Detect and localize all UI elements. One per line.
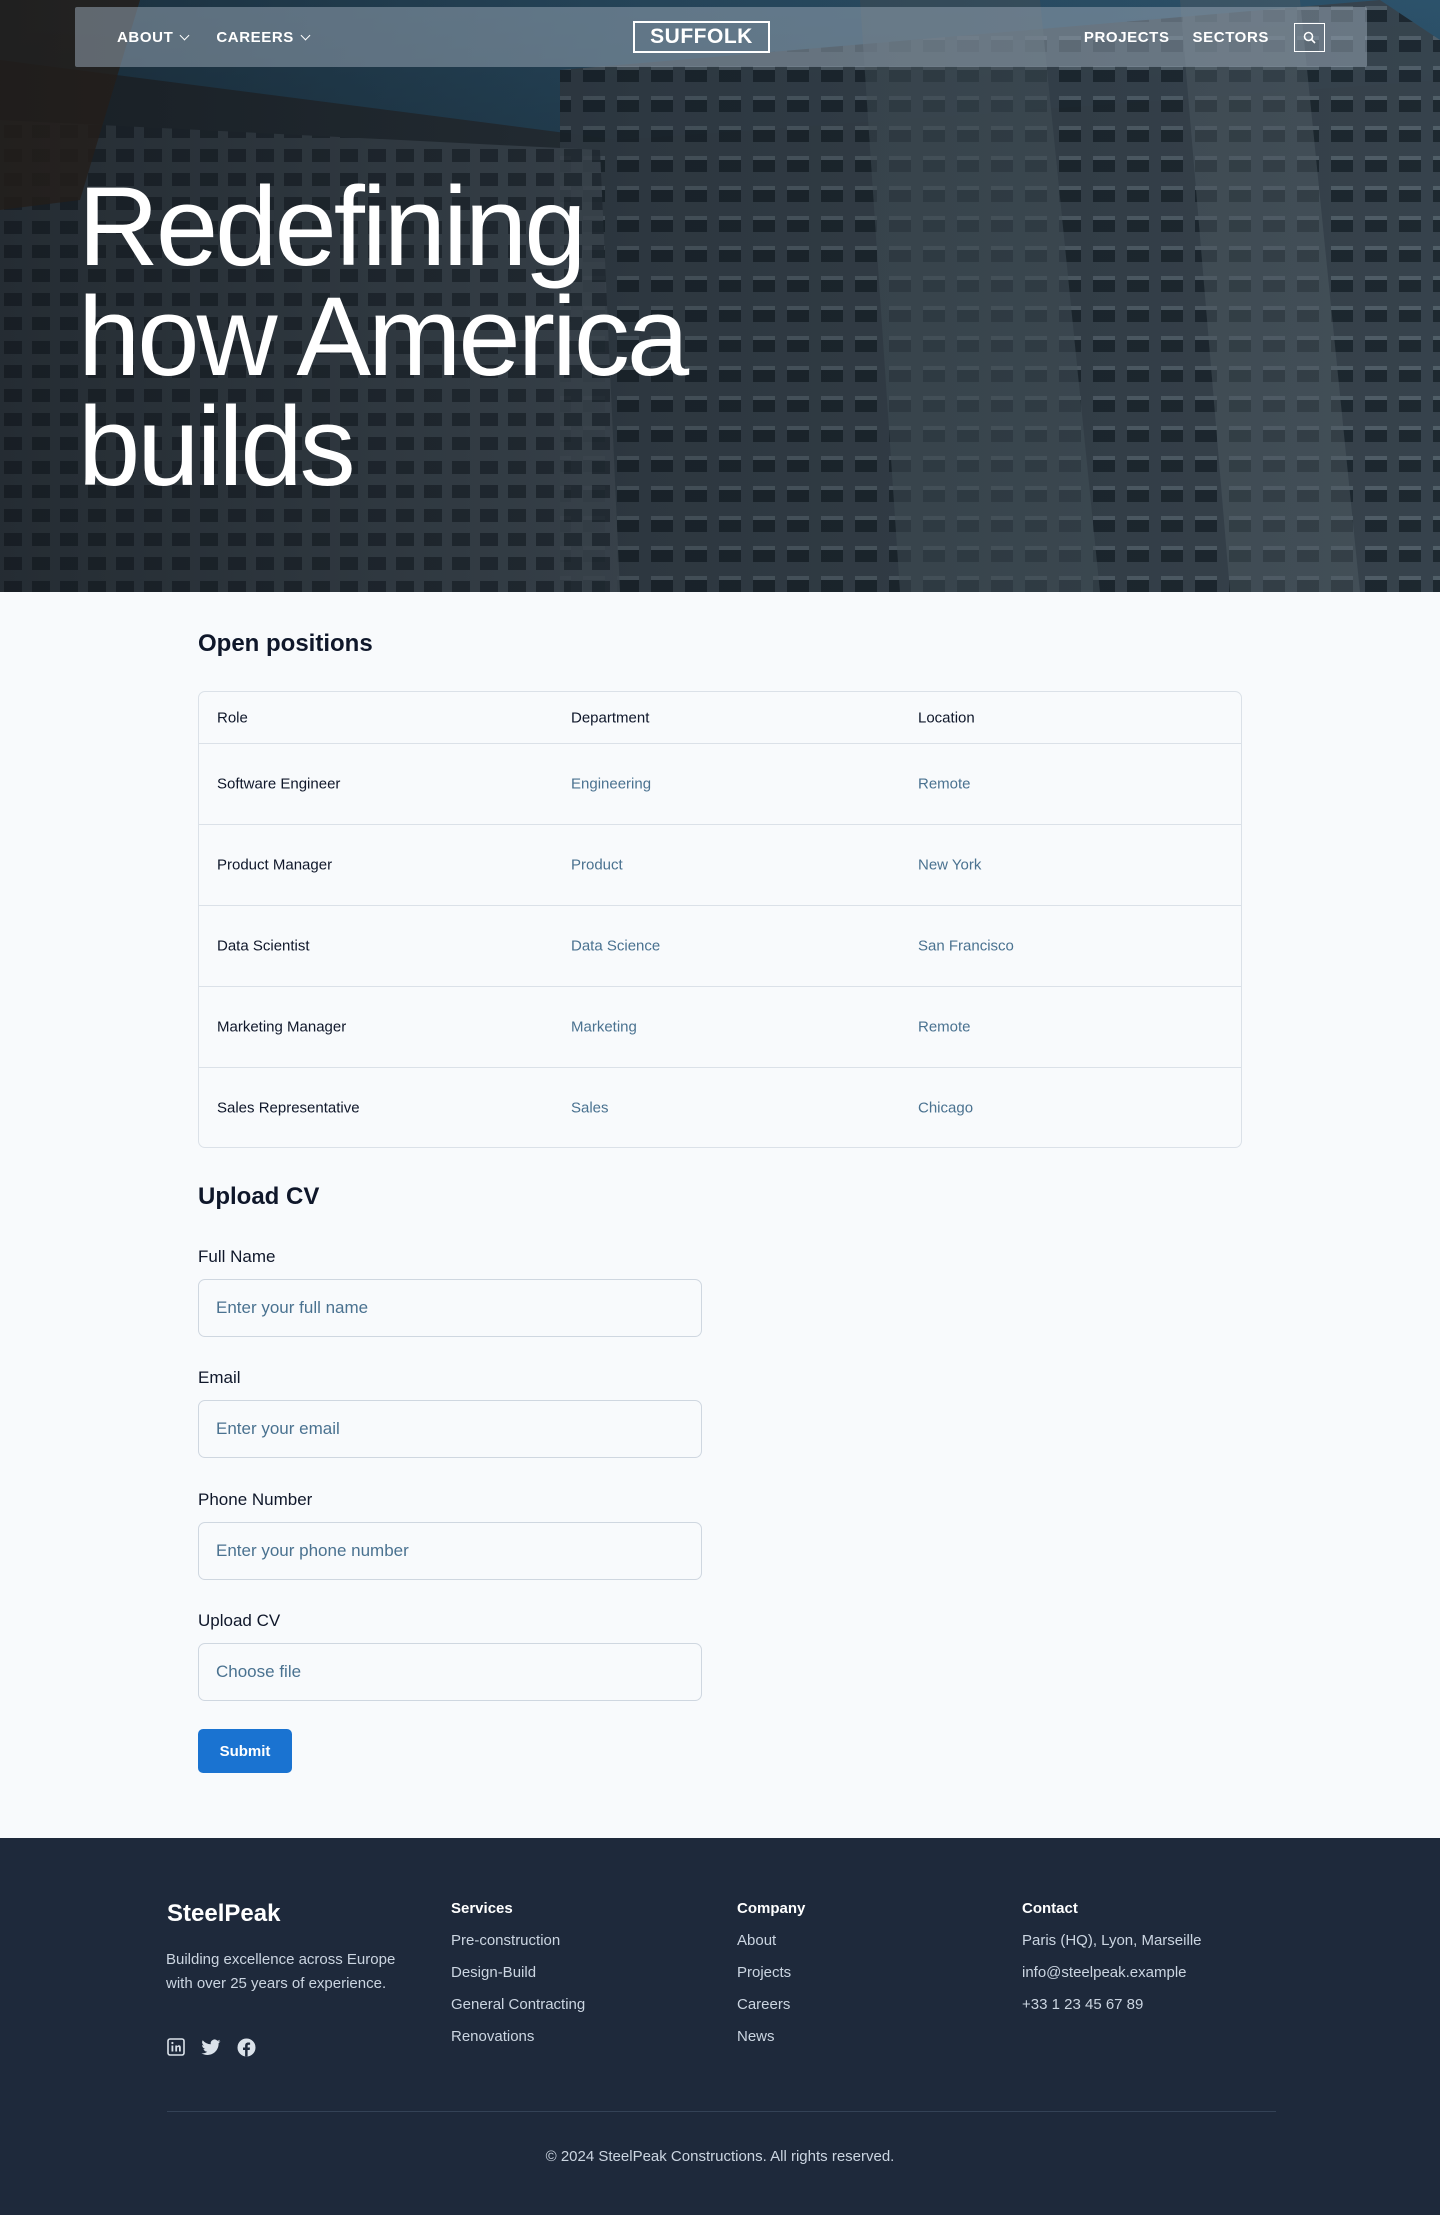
hero-title-line: builds: [78, 384, 356, 509]
linkedin-icon: [167, 2038, 185, 2056]
cv-file-input[interactable]: Choose file: [198, 1643, 702, 1701]
footer-company: Company About Projects Careers News: [737, 1900, 805, 2059]
role-cell: Software Engineer: [217, 775, 341, 793]
department-link[interactable]: Sales: [571, 1100, 609, 1117]
department-link[interactable]: Data Science: [571, 938, 660, 955]
hero-section: ABOUT CAREERS SUFFOLK PROJECTS SECTORS R…: [0, 0, 1440, 592]
location-link[interactable]: San Francisco: [918, 938, 1014, 955]
nav-careers[interactable]: CAREERS: [216, 28, 311, 46]
hero-title: Redefining how America builds: [78, 164, 878, 509]
footer-link[interactable]: News: [737, 2027, 805, 2059]
location-link[interactable]: New York: [918, 857, 981, 874]
footer-divider: [167, 2111, 1276, 2112]
table-row[interactable]: Data Scientist Data Science San Francisc…: [199, 905, 1241, 986]
footer-link[interactable]: Renovations: [451, 2027, 585, 2059]
footer-link[interactable]: Pre-construction: [451, 1931, 585, 1963]
footer-brand[interactable]: SteelPeak: [167, 1900, 280, 1928]
positions-table: Role Department Location Software Engine…: [198, 691, 1242, 1148]
search-icon: [1303, 31, 1316, 44]
footer-link[interactable]: Design-Build: [451, 1963, 585, 1995]
hero-title-line: how America: [78, 274, 689, 399]
footer-contact-title: Contact: [1022, 1900, 1078, 1917]
submit-button[interactable]: Submit: [198, 1729, 292, 1773]
location-link[interactable]: Chicago: [918, 1100, 973, 1117]
nav-about-label: ABOUT: [117, 28, 174, 46]
social-links: [166, 2037, 256, 2057]
nav-sectors[interactable]: SECTORS: [1193, 29, 1269, 46]
search-button[interactable]: [1294, 22, 1325, 52]
footer-description: Building excellence across Europe with o…: [166, 1951, 396, 1992]
table-row[interactable]: Product Manager Product New York: [199, 824, 1241, 905]
chevron-down-icon: [300, 30, 311, 40]
nav-about[interactable]: ABOUT: [117, 28, 190, 46]
footer-contact: Contact Paris (HQ), Lyon, Marseille info…: [1022, 1900, 1202, 2027]
twitter-icon: [201, 2039, 221, 2055]
facebook-link[interactable]: [236, 2037, 256, 2057]
department-link[interactable]: Product: [571, 857, 623, 874]
footer-link[interactable]: Projects: [737, 1963, 805, 1995]
footer-link[interactable]: General Contracting: [451, 1995, 585, 2027]
footer-link[interactable]: Careers: [737, 1995, 805, 2027]
phone-input[interactable]: Enter your phone number: [198, 1522, 702, 1580]
linkedin-link[interactable]: [166, 2037, 186, 2057]
email-input[interactable]: Enter your email: [198, 1400, 702, 1458]
footer-services-title: Services: [451, 1900, 513, 1917]
cv-upload-label: Upload CV: [198, 1611, 281, 1630]
footer-company-title: Company: [737, 1900, 806, 1917]
location-link[interactable]: Remote: [918, 1019, 971, 1036]
email-label: Email: [198, 1368, 241, 1387]
open-positions-title: Open positions: [198, 630, 373, 657]
copyright-text: © 2024 SteelPeak Constructions. All righ…: [545, 2148, 895, 2165]
contact-email[interactable]: info@steelpeak.example: [1022, 1963, 1202, 1995]
location-link[interactable]: Remote: [918, 776, 971, 793]
department-link[interactable]: Marketing: [571, 1019, 637, 1036]
hero-title-line: Redefining: [78, 164, 587, 289]
facebook-icon: [237, 2038, 255, 2056]
role-cell: Product Manager: [217, 856, 333, 874]
role-cell: Sales Representative: [217, 1099, 360, 1117]
phone-label: Phone Number: [198, 1490, 313, 1509]
site-footer: SteelPeak Building excellence across Eur…: [0, 1838, 1440, 2215]
table-row[interactable]: Software Engineer Engineering Remote: [199, 743, 1241, 824]
table-row[interactable]: Marketing Manager Marketing Remote: [199, 986, 1241, 1067]
column-header-role: Role: [217, 709, 248, 726]
role-cell: Marketing Manager: [217, 1018, 347, 1036]
full-name-input[interactable]: Enter your full name: [198, 1279, 702, 1337]
full-name-label: Full Name: [198, 1247, 276, 1266]
site-logo[interactable]: SUFFOLK: [633, 21, 770, 53]
contact-address: Paris (HQ), Lyon, Marseille: [1022, 1932, 1202, 1949]
table-row[interactable]: Sales Representative Sales Chicago: [199, 1067, 1241, 1147]
column-header-department: Department: [571, 709, 650, 726]
chevron-down-icon: [179, 30, 190, 40]
twitter-link[interactable]: [201, 2037, 221, 2057]
contact-phone[interactable]: +33 1 23 45 67 89: [1022, 1995, 1202, 2027]
nav-careers-label: CAREERS: [216, 28, 294, 46]
table-header: Role Department Location: [199, 692, 1241, 743]
upload-cv-title: Upload CV: [198, 1183, 320, 1210]
top-navigation: ABOUT CAREERS SUFFOLK PROJECTS SECTORS: [75, 7, 1367, 67]
nav-projects[interactable]: PROJECTS: [1084, 29, 1170, 46]
column-header-location: Location: [918, 709, 975, 726]
department-link[interactable]: Engineering: [571, 776, 651, 793]
footer-link[interactable]: About: [737, 1931, 805, 1963]
role-cell: Data Scientist: [217, 937, 310, 955]
footer-services: Services Pre-construction Design-Build G…: [451, 1900, 585, 2059]
